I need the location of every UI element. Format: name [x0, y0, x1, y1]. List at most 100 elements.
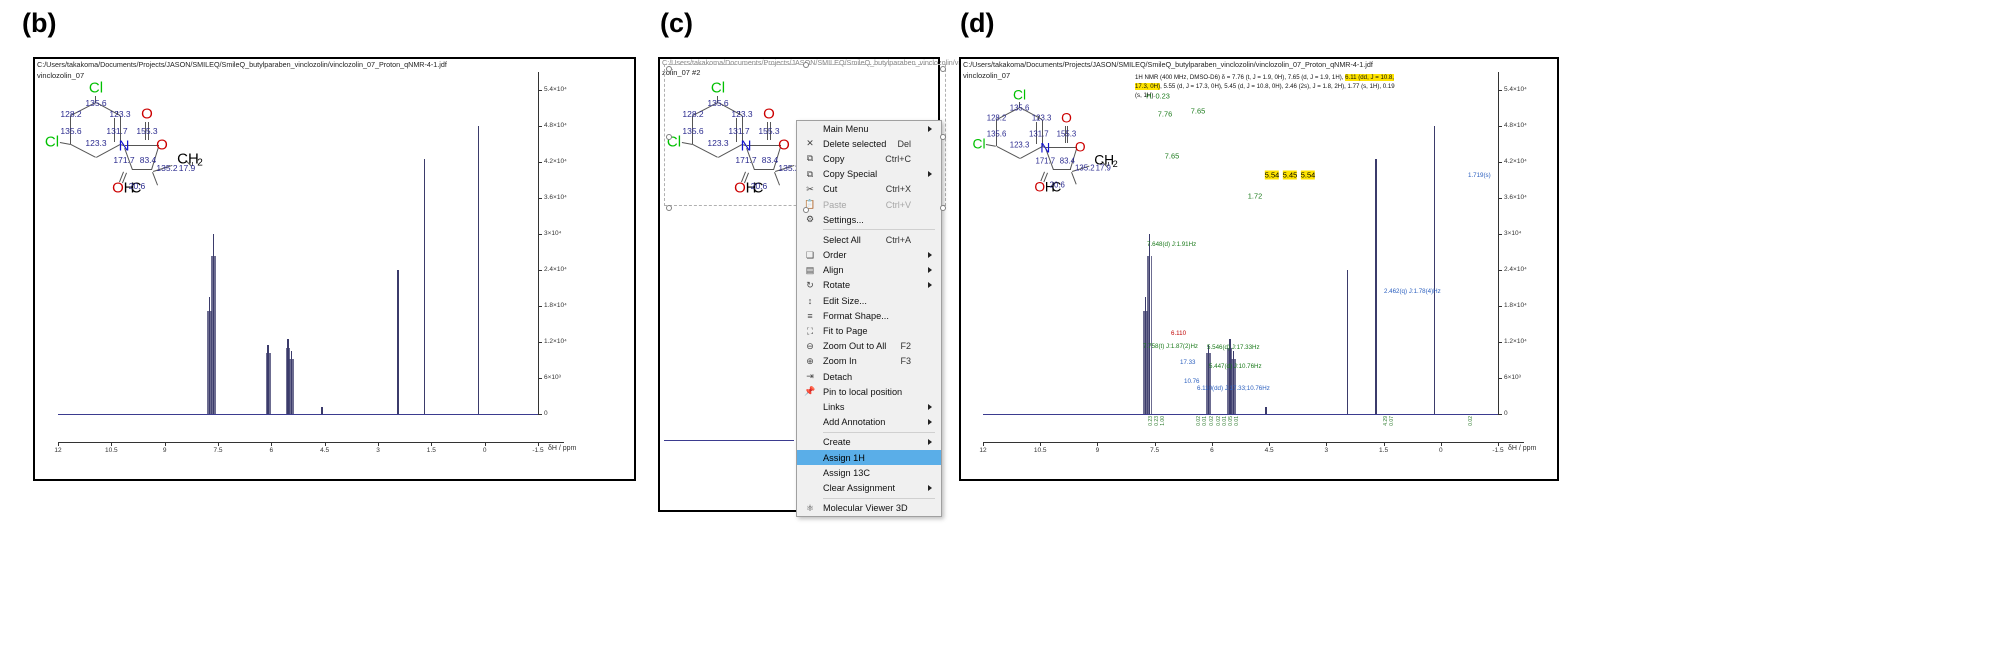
menu-item-add-annotation[interactable]: Add Annotation	[797, 415, 941, 430]
menu-item-shortcut: Ctrl+V	[885, 199, 911, 210]
spectrum-peak	[1143, 311, 1145, 414]
x-tick-label: 6	[269, 447, 274, 454]
menu-item-label: Detach	[823, 371, 853, 382]
y-tick-label: 6×10³	[1504, 374, 1521, 381]
panel-c-label: (c)	[660, 8, 693, 38]
integral-value: 0.02	[1209, 416, 1215, 426]
y-tick-label: 4.2×10⁴	[1504, 158, 1527, 165]
menu-item-delete-selected[interactable]: ✕ Delete selected Del	[797, 136, 941, 151]
x-axis-label: δH / ppm	[548, 445, 577, 452]
y-tick	[1498, 414, 1502, 415]
menu-item-zoom-out-to-all[interactable]: ⊖ Zoom Out to All F2	[797, 339, 941, 354]
carbon-shift-label: 171.7	[735, 155, 757, 165]
menu-item-pin-to-local-position[interactable]: 📌 Pin to local position	[797, 384, 941, 399]
y-tick-label: 1.8×10⁴	[1504, 302, 1527, 309]
selection-handle[interactable]	[940, 66, 946, 72]
menu-item-molecular-viewer-3d[interactable]: ⚛ Molecular Viewer 3D	[797, 501, 941, 516]
selection-handle[interactable]	[666, 205, 672, 211]
atom-cl: Cl	[710, 79, 726, 97]
carbon-shift-label: 135.6	[682, 126, 704, 136]
detach-icon: ⇥	[806, 371, 814, 382]
menu-item-settings[interactable]: ⚙ Settings...	[797, 212, 941, 227]
bond	[754, 169, 774, 170]
selection-handle[interactable]	[666, 134, 672, 140]
spectrum-peak	[321, 406, 323, 414]
chevron-right-icon	[928, 484, 932, 491]
x-tick-label: 3	[376, 447, 380, 454]
selection-handle[interactable]	[666, 66, 672, 72]
y-tick-label: 3×10⁴	[1504, 230, 1522, 237]
menu-item-detach[interactable]: ⇥ Detach	[797, 369, 941, 384]
chevron-right-icon	[928, 252, 932, 259]
spectrum-peak	[1265, 406, 1267, 414]
menu-item-rotate[interactable]: ↻ Rotate	[797, 278, 941, 293]
menu-item-label: Main Menu	[823, 123, 869, 134]
selection-handle[interactable]	[940, 134, 946, 140]
spectrum-peak	[292, 358, 294, 414]
pin-icon: 📌	[804, 386, 816, 397]
y-tick	[538, 306, 542, 307]
menu-item-zoom-in[interactable]: ⊕ Zoom In F3	[797, 354, 941, 369]
menu-item-fit-to-page[interactable]: ⛶ Fit to Page	[797, 323, 941, 338]
spectrum-peak	[1433, 126, 1436, 414]
menu-item-select-all[interactable]: Select All Ctrl+A	[797, 232, 941, 247]
y-tick-label: 4.2×10⁴	[544, 158, 567, 165]
atom-o: O	[778, 136, 790, 154]
spectrum-peak	[265, 353, 268, 414]
menu-item-copy[interactable]: ⧉ Copy Ctrl+C	[797, 151, 941, 166]
menu-item-label: Paste	[823, 199, 847, 210]
y-tick	[1498, 198, 1502, 199]
plot-area-b[interactable]: 5.4×10⁴ 4.8×10⁴ 4.2×10⁴ 3.6×10⁴ 3×10⁴ 2.4×10⁴…	[40, 62, 590, 462]
integral-value: 0.07	[1389, 416, 1395, 426]
selection-handle[interactable]	[940, 205, 946, 211]
carbon-shift-label: 128.2	[682, 109, 704, 119]
resize-icon: ↕	[807, 295, 813, 306]
y-tick	[1498, 306, 1502, 307]
menu-item-create[interactable]: Create	[797, 435, 941, 450]
x-tick-label: 10.5	[105, 447, 118, 454]
peak-annotation: 2.462(q) J:1.78(4)Hz	[1384, 288, 1441, 295]
peak-annotation: 5.546(d) J:17.33Hz	[1207, 344, 1260, 351]
menu-item-label: Links	[823, 401, 845, 412]
menu-item-align[interactable]: ▤ Align	[797, 263, 941, 278]
y-tick-label: 1.8×10⁴	[544, 302, 567, 309]
menu-item-label: Edit Size...	[823, 295, 867, 306]
zoom-out-icon: ⊖	[806, 340, 814, 351]
menu-item-copy-special[interactable]: ⧉ Copy Special	[797, 167, 941, 182]
y-tick-label: 0	[544, 410, 548, 417]
peak-annotation: 7.758(t) J:1.87(2)Hz	[1143, 343, 1199, 350]
spectrum-peak	[1227, 348, 1229, 414]
menu-item-assign-13c[interactable]: Assign 13C	[797, 465, 941, 480]
scissors-icon: ✂	[806, 183, 814, 194]
atom-o: O	[763, 105, 775, 123]
menu-item-format-shape[interactable]: ≡ Format Shape...	[797, 308, 941, 323]
x-tick	[1269, 442, 1271, 446]
menu-item-label: Format Shape...	[823, 310, 889, 321]
spectrum-peak	[1346, 270, 1349, 414]
x-tick-label: 7.5	[1150, 447, 1160, 454]
menu-item-order[interactable]: ❏ Order	[797, 248, 941, 263]
x-tick	[1326, 442, 1328, 446]
selection-handle[interactable]	[803, 207, 809, 213]
y-tick-label: 1.2×10⁴	[544, 338, 567, 345]
order-icon: ❏	[805, 249, 815, 260]
menu-item-clear-assignment[interactable]: Clear Assignment	[797, 480, 941, 495]
menu-item-label: Assign 13C	[823, 467, 870, 478]
y-tick	[1498, 126, 1502, 127]
selection-handle[interactable]	[803, 62, 809, 68]
menu-item-links[interactable]: Links	[797, 399, 941, 414]
x-tick	[983, 442, 984, 446]
menu-item-edit-size[interactable]: ↕ Edit Size...	[797, 293, 941, 308]
x-tick	[1211, 442, 1213, 446]
menu-item-assign-1h[interactable]: Assign 1H	[797, 449, 941, 466]
plot-area-d[interactable]: 5.4×10⁴ 4.8×10⁴ 4.2×10⁴ 3.6×10⁴ 3×10⁴ 2.4×10⁴…	[965, 62, 1550, 462]
y-tick	[1498, 378, 1502, 379]
menu-item-cut[interactable]: ✂ Cut Ctrl+X	[797, 182, 941, 197]
carbon-shift-label: 20.6	[750, 181, 768, 191]
menu-item-main-menu[interactable]: Main Menu	[797, 121, 941, 136]
menu-item-shortcut: F3	[900, 356, 911, 367]
y-tick-label: 4.8×10⁴	[544, 122, 567, 129]
context-menu[interactable]: Main Menu ✕ Delete selected Del ⧉ Copy Ctrl+C ⧉…	[796, 120, 942, 517]
spectrum-peak	[207, 311, 209, 414]
spectrum-peak	[397, 270, 399, 414]
